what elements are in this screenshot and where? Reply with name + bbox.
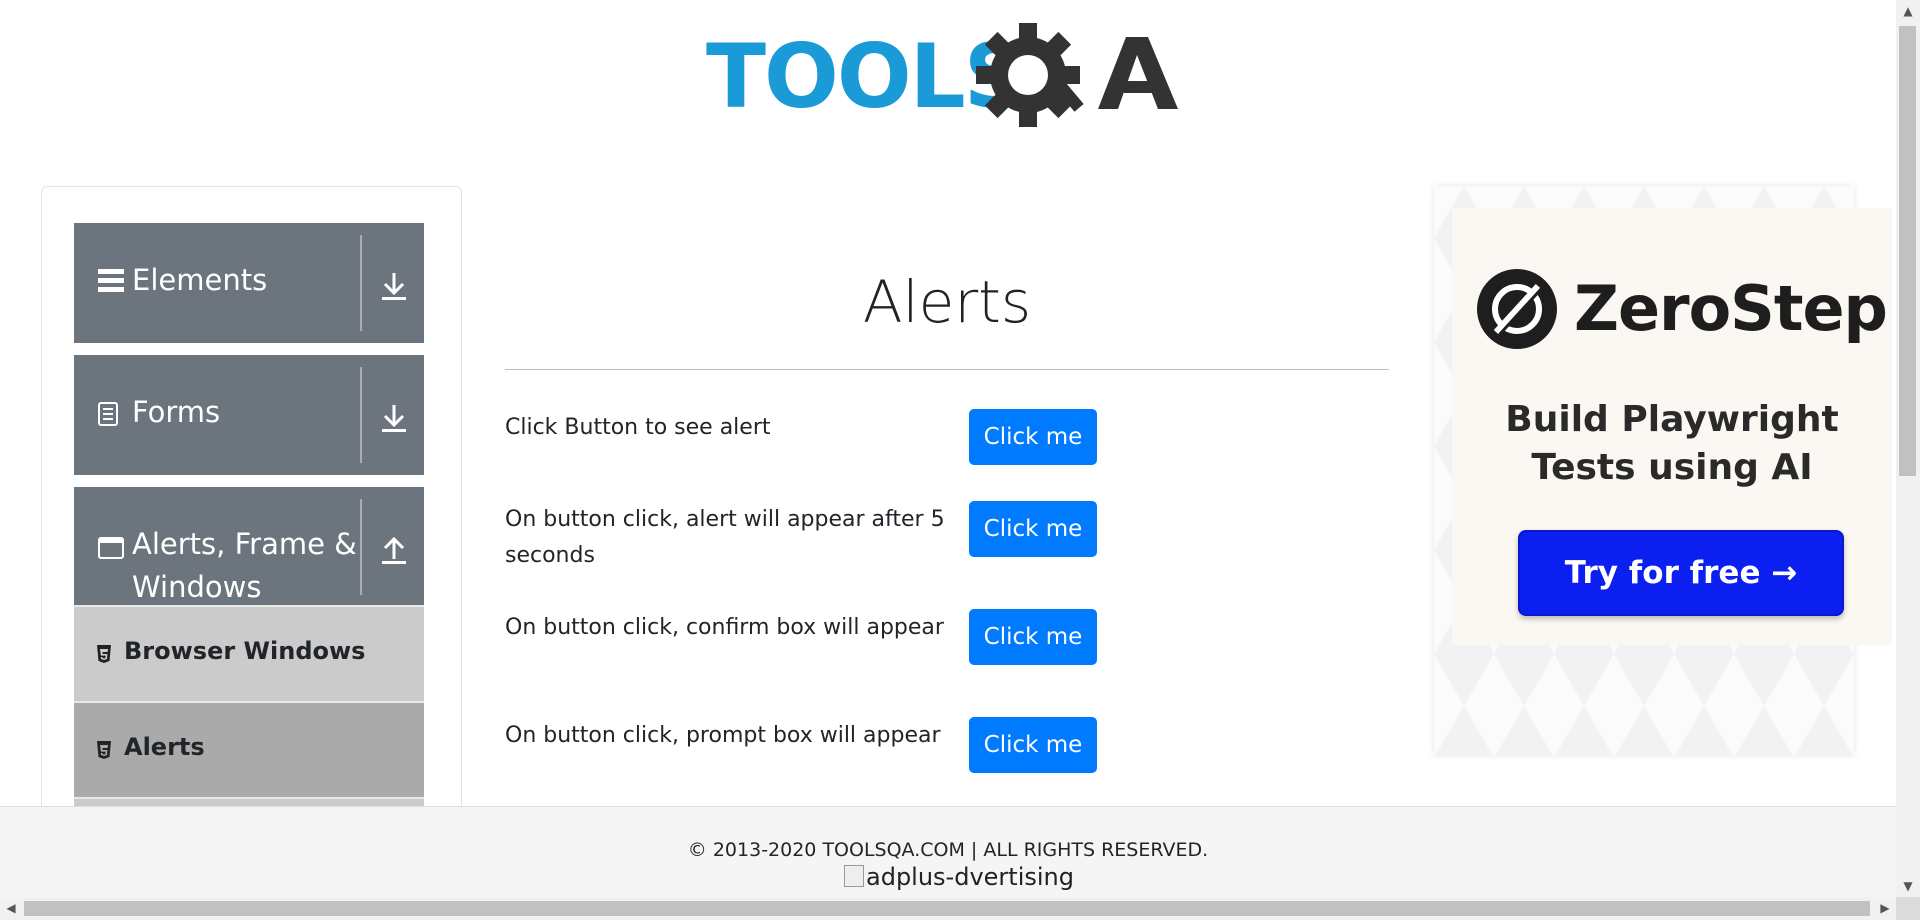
broken-ad-image[interactable]: adplus-dvertising [844,863,1074,891]
browser-window-icon [98,537,124,563]
sidebar-group-elements[interactable]: Elements [74,223,424,343]
alert-row-description: On button click, confirm box will appear [505,615,944,640]
alert-row-description: On button click, alert will appear after… [505,507,945,568]
alert-row-description: On button click, prompt box will appear [505,723,941,748]
sidebar-group-alerts-frame-windows[interactable]: Alerts, Frame & Windows [74,487,424,607]
gear-icon [976,23,1084,127]
arrow-up-tray-icon[interactable] [380,535,408,567]
sidebar-group-label-line2: Windows [132,570,262,604]
confirm-button[interactable]: Click me [969,609,1097,665]
scrollbar-corner [1896,897,1920,920]
scroll-down-arrow-icon[interactable]: ▼ [1901,879,1915,893]
ad-headline: Build Playwright Tests using AI [1452,396,1892,492]
arrow-down-tray-icon[interactable] [380,403,408,435]
sidebar-item-label: Browser Windows [124,637,366,665]
group-divider [360,367,362,463]
alert-row-description: Click Button to see alert [505,415,771,440]
zerostep-logo-icon [1476,268,1558,354]
logo-graphic: TOOLS [706,23,1178,128]
scroll-up-arrow-icon[interactable]: ▲ [1901,4,1915,18]
html5-icon [96,740,112,764]
sidebar-item-label: Alerts [124,733,205,761]
html5-icon [96,644,112,668]
copyright-text: © 2013-2020 TOOLSQA.COM | ALL RIGHTS RES… [687,839,1209,861]
sidebar-group-label-line1: Alerts, Frame & [132,527,357,561]
arrow-down-tray-icon[interactable] [380,271,408,303]
scroll-left-arrow-icon[interactable]: ◀ [4,900,18,916]
vertical-scrollbar[interactable]: ▲ ▼ [1896,0,1920,897]
ad-headline-line1: Build Playwright [1505,399,1839,440]
horizontal-scrollbar[interactable]: ◀ ▶ [0,897,1896,920]
sidebar-group-label: Elements [132,263,268,297]
vertical-scroll-thumb[interactable] [1899,26,1916,476]
alert-button[interactable]: Click me [969,409,1097,465]
toolsqa-logo[interactable]: TOOLS [706,23,1192,135]
scroll-right-arrow-icon[interactable]: ▶ [1878,900,1892,916]
group-divider [360,499,362,595]
ad-cta-button[interactable]: Try for free → [1518,530,1844,616]
logo-a-letter [1098,37,1178,109]
ad-headline-line2: Tests using AI [1531,447,1813,488]
sidebar-group-forms[interactable]: Forms [74,355,424,475]
sidebar-item-browser-windows[interactable]: Browser Windows [74,605,424,701]
ad-card: ZeroStep Build Playwright Tests using AI… [1452,208,1892,645]
horizontal-scroll-thumb[interactable] [24,901,1870,916]
group-divider [360,235,362,331]
hamburger-icon [98,267,124,299]
advertisement[interactable]: ZeroStep Build Playwright Tests using AI… [1434,186,1892,755]
prompt-button[interactable]: Click me [969,717,1097,773]
sidebar-panel: Elements Forms Alerts, Frame & Windows B… [41,186,462,897]
broken-image-icon [844,865,864,887]
ad-brand-name: ZeroStep [1574,272,1888,345]
title-divider [505,369,1389,370]
page-title: Alerts [862,268,1032,336]
page-viewport: TOOLS Elements Forms Alerts, Frame & Win… [0,0,1896,897]
timer-alert-button[interactable]: Click me [969,501,1097,557]
document-icon [98,402,118,430]
ad-image-alt-text: adplus-dvertising [866,863,1074,891]
sidebar-group-label: Forms [132,395,221,429]
page-footer: © 2013-2020 TOOLSQA.COM | ALL RIGHTS RES… [0,806,1896,897]
sidebar-item-alerts[interactable]: Alerts [74,701,424,797]
